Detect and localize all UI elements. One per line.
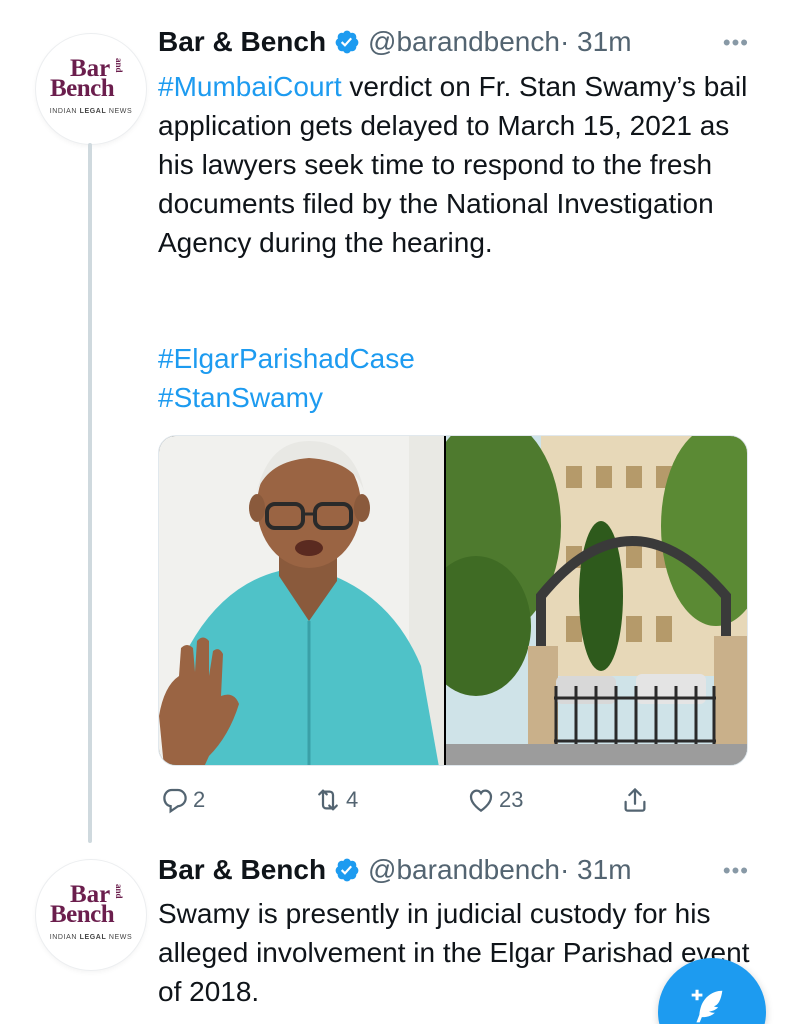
tweet-header: Bar & Bench @barandbench · 31m (158, 26, 632, 58)
tweet[interactable]: Bar Bench and INDIAN LEGAL NEWS Bar & Be… (0, 0, 787, 850)
reply-icon (163, 788, 187, 814)
reply-button[interactable]: 2 (160, 785, 205, 815)
thread-connector-line (88, 143, 92, 843)
logo-and-text: and (114, 883, 124, 899)
bar-and-bench-logo: Bar Bench and (46, 54, 136, 102)
share-button[interactable] (620, 785, 650, 815)
verified-badge-icon (335, 30, 359, 54)
retweet-icon (318, 789, 338, 811)
logo-and-text: and (114, 57, 124, 73)
bar-and-bench-logo: Bar Bench and (46, 880, 136, 928)
tweet-timestamp[interactable]: · 31m (560, 26, 632, 58)
tweet-header: Bar & Bench @barandbench · 31m (158, 854, 632, 886)
author-handle[interactable]: @barandbench (368, 854, 560, 886)
portrait-illustration (159, 436, 445, 765)
like-button[interactable]: 23 (466, 785, 523, 815)
avatar[interactable]: Bar Bench and INDIAN LEGAL NEWS (36, 860, 146, 970)
court-illustration (446, 436, 747, 765)
tweet-media[interactable] (158, 435, 748, 766)
logo-subtitle: INDIAN LEGAL NEWS (49, 107, 133, 115)
more-options-icon[interactable]: ••• (723, 858, 749, 884)
author-name[interactable]: Bar & Bench (158, 854, 326, 886)
like-count: 23 (499, 787, 524, 812)
more-options-icon[interactable]: ••• (723, 30, 749, 56)
logo-bench-text: Bench (50, 900, 115, 928)
retweet-button[interactable]: 4 (313, 785, 358, 815)
hashtag-link[interactable]: #StanSwamy (158, 378, 415, 417)
logo-bench-text: Bench (50, 74, 115, 102)
author-handle[interactable]: @barandbench (368, 26, 560, 58)
heart-icon (469, 789, 493, 812)
share-icon (624, 788, 646, 812)
compose-tweet-icon (691, 989, 723, 1023)
author-name[interactable]: Bar & Bench (158, 26, 326, 58)
reply-count: 2 (193, 787, 206, 812)
avatar[interactable]: Bar Bench and INDIAN LEGAL NEWS (36, 34, 146, 144)
retweet-count: 4 (346, 787, 359, 812)
court-building-photo[interactable] (446, 436, 747, 765)
hashtag-link[interactable]: #MumbaiCourt (158, 71, 342, 102)
tweet-actions: 2 4 23 (158, 785, 758, 821)
verified-badge-icon (335, 858, 359, 882)
logo-subtitle: INDIAN LEGAL NEWS (49, 933, 133, 941)
hashtag-list: #ElgarParishadCase #StanSwamy (158, 339, 415, 417)
tweet-text: #MumbaiCourt verdict on Fr. Stan Swamy’s… (158, 71, 748, 258)
hashtag-link[interactable]: #ElgarParishadCase (158, 339, 415, 378)
tweet-timestamp[interactable]: · 31m (560, 854, 632, 886)
portrait-photo[interactable] (159, 436, 445, 765)
